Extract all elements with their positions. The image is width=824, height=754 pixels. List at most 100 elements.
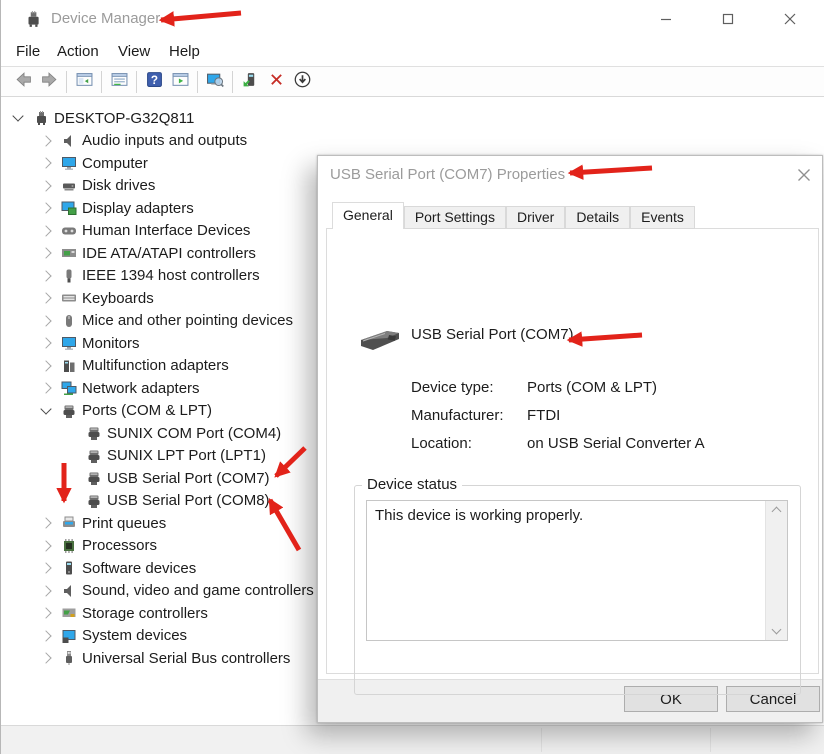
title-bar: Device Manager bbox=[1, 0, 824, 38]
chevron-placeholder bbox=[67, 473, 77, 483]
disable-icon bbox=[294, 71, 311, 93]
chevron-right-icon[interactable] bbox=[40, 517, 52, 529]
tree-item-label: USB Serial Port (COM7) bbox=[107, 469, 270, 487]
menu-action[interactable]: Action bbox=[57, 38, 99, 66]
tab-events[interactable]: Events bbox=[630, 206, 695, 229]
field-value: FTDI bbox=[527, 407, 561, 424]
tree-item-desktop-g32q811[interactable]: DESKTOP-G32Q811 bbox=[2, 107, 824, 130]
mouse-icon bbox=[60, 313, 77, 329]
hid-gamepad-icon bbox=[60, 223, 77, 239]
dialog-title: USB Serial Port (COM7) Properties bbox=[330, 166, 566, 183]
serial-port-icon bbox=[85, 470, 102, 486]
scroll-up-button[interactable] bbox=[766, 501, 787, 519]
close-icon bbox=[784, 13, 796, 25]
close-icon bbox=[798, 169, 810, 181]
close-button[interactable] bbox=[767, 0, 813, 38]
back-arrow-icon bbox=[15, 71, 32, 93]
tree-item-label: Print queues bbox=[82, 514, 167, 532]
console-tree-button[interactable] bbox=[71, 69, 97, 95]
properties-dialog: USB Serial Port (COM7) Properties Genera… bbox=[317, 155, 823, 723]
tree-item-label: Ports (COM & LPT) bbox=[82, 402, 213, 420]
properties-panel-button[interactable] bbox=[106, 69, 132, 95]
chevron-right-icon[interactable] bbox=[40, 630, 52, 642]
tree-item-label: SUNIX COM Port (COM4) bbox=[107, 424, 282, 442]
back-arrow-button[interactable] bbox=[10, 69, 36, 95]
chevron-right-icon[interactable] bbox=[40, 562, 52, 574]
disable-button[interactable] bbox=[289, 69, 315, 95]
chevron-right-icon[interactable] bbox=[40, 315, 52, 327]
field-label: Location: bbox=[411, 435, 472, 452]
monitor-icon bbox=[60, 155, 77, 171]
toolbar-separator bbox=[66, 70, 67, 93]
dialog-tab-strip: General Port Settings Driver Details Events bbox=[332, 202, 695, 229]
chevron-right-icon[interactable] bbox=[40, 337, 52, 349]
update-driver-button[interactable] bbox=[237, 69, 263, 95]
scroll-down-button[interactable] bbox=[766, 622, 787, 640]
tab-port-settings[interactable]: Port Settings bbox=[403, 206, 506, 229]
chevron-right-icon[interactable] bbox=[40, 202, 52, 214]
action-pane-button[interactable] bbox=[167, 69, 193, 95]
uninstall-icon bbox=[268, 71, 285, 93]
scan-hardware-button[interactable] bbox=[202, 69, 228, 95]
chevron-down-icon bbox=[771, 624, 782, 635]
chevron-right-icon[interactable] bbox=[40, 157, 52, 169]
chevron-right-icon[interactable] bbox=[40, 292, 52, 304]
tree-item-label: IEEE 1394 host controllers bbox=[82, 267, 260, 285]
chevron-right-icon[interactable] bbox=[40, 652, 52, 664]
dialog-close-button[interactable] bbox=[786, 158, 822, 192]
tree-item-label: Network adapters bbox=[82, 379, 200, 397]
tree-item-label: DESKTOP-G32Q811 bbox=[54, 109, 195, 127]
audio-speaker-icon bbox=[60, 583, 77, 599]
minimize-icon bbox=[661, 18, 671, 21]
tab-general[interactable]: General bbox=[332, 202, 404, 229]
minimize-button[interactable] bbox=[643, 0, 689, 38]
monitor-icon bbox=[60, 335, 77, 351]
tree-item-label: Processors bbox=[82, 537, 158, 555]
chevron-right-icon[interactable] bbox=[40, 382, 52, 394]
chevron-right-icon[interactable] bbox=[40, 585, 52, 597]
device-status-textbox[interactable]: This device is working properly. bbox=[366, 500, 788, 641]
chevron-placeholder bbox=[67, 496, 77, 506]
tab-driver[interactable]: Driver bbox=[505, 206, 566, 229]
device-status-label: Device status bbox=[362, 476, 463, 493]
chevron-right-icon[interactable] bbox=[40, 360, 52, 372]
chevron-down-icon[interactable] bbox=[40, 403, 52, 415]
chevron-right-icon[interactable] bbox=[40, 540, 52, 552]
chevron-right-icon[interactable] bbox=[40, 135, 52, 147]
tree-item-label: Disk drives bbox=[82, 177, 156, 195]
chevron-right-icon[interactable] bbox=[40, 247, 52, 259]
chevron-right-icon[interactable] bbox=[40, 607, 52, 619]
ide-chip-icon bbox=[60, 245, 77, 261]
menu-file[interactable]: File bbox=[16, 38, 40, 66]
tree-item-label: USB Serial Port (COM8) bbox=[107, 492, 270, 510]
field-manufacturer: Manufacturer: FTDI bbox=[411, 407, 560, 424]
serial-port-icon bbox=[85, 425, 102, 441]
status-scrollbar[interactable] bbox=[765, 501, 787, 640]
uninstall-button[interactable] bbox=[263, 69, 289, 95]
serial-port-icon bbox=[85, 493, 102, 509]
menu-view[interactable]: View bbox=[118, 38, 150, 66]
software-device-icon bbox=[60, 560, 77, 576]
toolbar: ? bbox=[1, 66, 824, 97]
forward-arrow-button[interactable] bbox=[36, 69, 62, 95]
computer-host-icon bbox=[32, 110, 49, 126]
maximize-button[interactable] bbox=[705, 0, 751, 38]
chevron-placeholder bbox=[67, 428, 77, 438]
menu-help[interactable]: Help bbox=[169, 38, 200, 66]
chevron-right-icon[interactable] bbox=[40, 270, 52, 282]
ieee1394-connector-icon bbox=[60, 268, 77, 284]
chevron-down-icon[interactable] bbox=[12, 110, 24, 122]
tab-details[interactable]: Details bbox=[565, 206, 631, 229]
toolbar-separator bbox=[136, 70, 137, 93]
svg-text:?: ? bbox=[150, 73, 157, 86]
printer-icon bbox=[60, 515, 77, 531]
tree-item-label: Universal Serial Bus controllers bbox=[82, 649, 291, 667]
chevron-right-icon[interactable] bbox=[40, 225, 52, 237]
tree-item-audio-inputs-and-outputs[interactable]: Audio inputs and outputs bbox=[2, 130, 824, 153]
help-button[interactable]: ? bbox=[141, 69, 167, 95]
status-bar bbox=[1, 725, 824, 754]
chevron-right-icon[interactable] bbox=[40, 180, 52, 192]
field-label: Device type: bbox=[411, 379, 494, 396]
serial-port-icon bbox=[60, 403, 77, 419]
status-bar-separator bbox=[541, 728, 542, 752]
